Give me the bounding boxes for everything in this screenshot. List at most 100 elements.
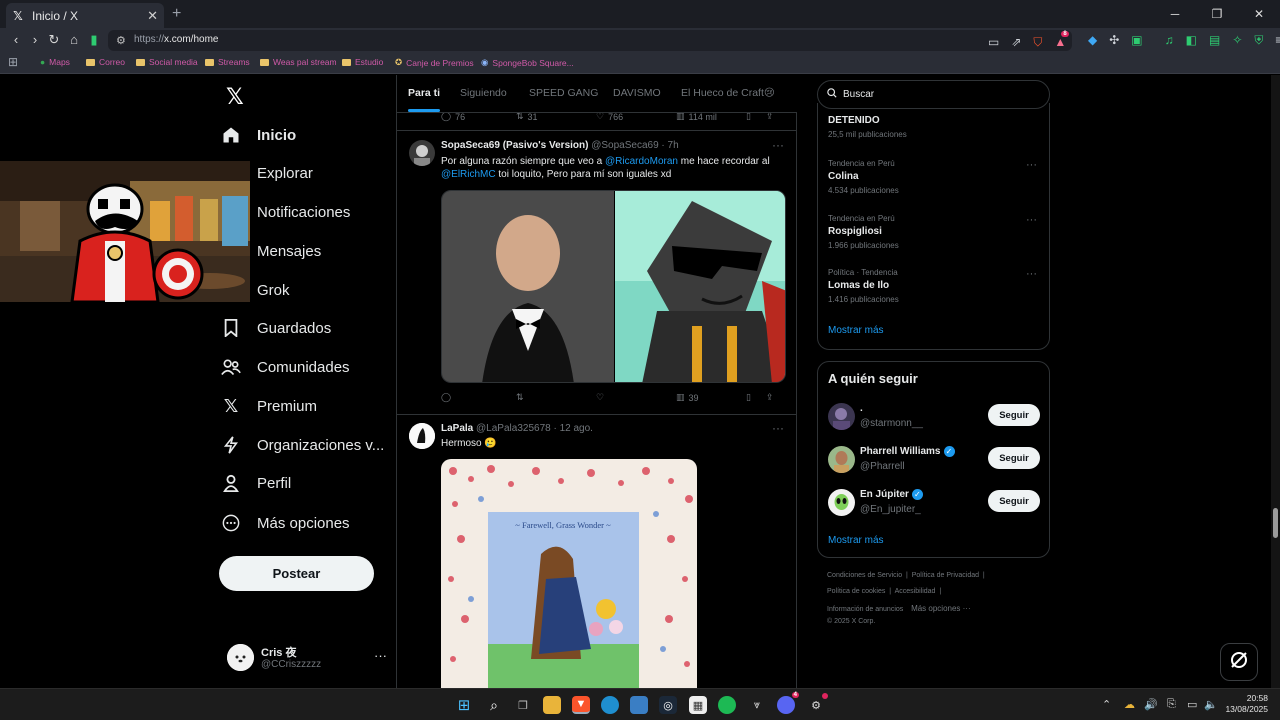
account-switcher[interactable]: Cris 夜 @CCriszzzzz ···	[227, 642, 387, 674]
speaker-icon[interactable]: 🔊	[1144, 698, 1158, 711]
tab-para-ti[interactable]: Para ti	[408, 87, 440, 99]
apps-grid-icon[interactable]: ⊞	[8, 55, 18, 69]
nav-item-mensajes[interactable]: Mensajes	[257, 232, 321, 270]
grok-floating-button[interactable]	[1220, 643, 1258, 681]
extensions-puzzle-icon[interactable]: ✣	[1109, 33, 1119, 48]
follow-button[interactable]: Seguir	[988, 404, 1040, 426]
nav-item-premium[interactable]: 𝕏 Premium	[219, 387, 317, 425]
store-icon[interactable]: ▦	[689, 696, 707, 714]
bookmark-estudio[interactable]: Estudio	[342, 57, 383, 67]
trend-item[interactable]: Política · Tendencia Lomas de Ilo 1.416 …	[828, 268, 899, 304]
more-icon[interactable]: ···	[772, 421, 784, 435]
app-icon[interactable]: ⚙	[807, 693, 828, 714]
bookmark-page-icon[interactable]: ▮	[86, 32, 102, 48]
mention-link[interactable]: @RicardoMoran	[605, 156, 678, 167]
music-icon[interactable]: ♫	[1165, 33, 1174, 48]
footer-link[interactable]: Política de cookies	[827, 588, 885, 595]
trend-item[interactable]: Tendencia en Perú Colina 4.534 publicaci…	[828, 159, 899, 195]
account-name[interactable]: .	[860, 403, 863, 414]
chevron-up-icon[interactable]: ⌃	[1102, 698, 1111, 711]
extension-box-icon[interactable]: ▣	[1131, 33, 1142, 48]
photos-icon[interactable]	[630, 696, 648, 714]
discord-icon[interactable]: 4	[777, 692, 799, 714]
system-clock[interactable]: 20:58 13/08/2025	[1225, 693, 1268, 715]
vpn-icon[interactable]: ⛨	[1254, 33, 1263, 48]
scrollbar-thumb[interactable]	[1273, 508, 1278, 538]
account-name[interactable]: Pharrell Williams ✓	[860, 446, 955, 457]
footer-link[interactable]: Más opciones ···	[911, 604, 971, 613]
bookmark-social-media[interactable]: Social media	[136, 57, 198, 67]
more-icon[interactable]: ···	[772, 138, 784, 152]
views-button[interactable]: ▥ 39	[676, 392, 746, 403]
new-tab-icon[interactable]: +	[172, 5, 181, 23]
follow-button[interactable]: Seguir	[988, 447, 1040, 469]
bookmark-icon[interactable]: ▯	[746, 392, 766, 403]
brave-browser-icon[interactable]: ▼	[572, 696, 590, 714]
nav-item-notificaciones[interactable]: Notificaciones	[257, 193, 350, 231]
app-icon[interactable]: ⩔	[748, 696, 766, 714]
avatar[interactable]	[409, 423, 435, 449]
tab-el-hueco-de-craft[interactable]: El Hueco de Craft😢	[681, 87, 775, 99]
steam-icon[interactable]: ◎	[659, 696, 677, 714]
close-window-icon[interactable]: ✕	[1238, 0, 1280, 28]
bookmark-spongebob[interactable]: ◉ SpongeBob Square...	[481, 57, 574, 68]
more-icon[interactable]: ···	[1026, 214, 1037, 226]
nav-item-guardados[interactable]: Guardados	[219, 309, 331, 347]
more-icon[interactable]: ···	[374, 648, 387, 663]
post-media-image[interactable]	[441, 190, 786, 383]
task-view-icon[interactable]: ❐	[514, 696, 532, 714]
follow-suggestion[interactable]: Pharrell Williams ✓ @Pharrell Seguir	[828, 446, 1040, 478]
follow-button[interactable]: Seguir	[988, 490, 1040, 512]
x-logo-icon[interactable]: 𝕏	[226, 84, 244, 110]
edge-icon[interactable]	[601, 696, 619, 714]
footer-link[interactable]: Accesibilidad	[895, 588, 936, 595]
tab-close-icon[interactable]: ✕	[147, 8, 158, 24]
extension-diamond-icon[interactable]: ◆	[1088, 33, 1097, 48]
network-icon[interactable]: ▭	[1187, 698, 1197, 711]
browser-tab-active[interactable]: 𝕏 Inicio / X ✕	[6, 3, 164, 28]
back-icon[interactable]: ‹	[8, 32, 24, 48]
bookmark-correo[interactable]: Correo	[86, 57, 125, 67]
bookmark-streams[interactable]: Streams	[205, 57, 250, 67]
site-settings-icon[interactable]: ⚙	[116, 34, 126, 47]
post-media-image[interactable]: ~ Farewell, Grass Wonder ~	[441, 459, 697, 688]
show-more-follow-link[interactable]: Mostrar más	[828, 535, 884, 546]
trend-item[interactable]: DETENIDO 25,5 mil publicaciones	[828, 115, 907, 139]
footer-link[interactable]: Política de Privacidad	[912, 572, 979, 579]
repost-button[interactable]: ⇅	[516, 392, 596, 403]
share-icon[interactable]: ⇪	[766, 392, 774, 403]
reload-icon[interactable]: ↻	[46, 32, 62, 48]
brave-shield-icon[interactable]: ⛉	[1033, 35, 1042, 50]
show-more-trends-link[interactable]: Mostrar más	[828, 325, 884, 336]
nav-item-explorar[interactable]: Explorar	[257, 154, 313, 192]
nav-item-mas-opciones[interactable]: Más opciones	[219, 504, 350, 542]
footer-link[interactable]: Condiciones de Servicio	[827, 572, 902, 579]
menu-icon[interactable]: ≡	[1275, 33, 1280, 48]
file-explorer-icon[interactable]	[543, 696, 561, 714]
maximize-icon[interactable]: ❐	[1196, 0, 1238, 28]
nav-item-organizaciones[interactable]: Organizaciones v...	[219, 426, 384, 464]
nav-item-perfil[interactable]: Perfil	[219, 464, 291, 502]
weather-icon[interactable]: ☁	[1124, 698, 1135, 711]
rewards-icon[interactable]: ▲ 8	[1054, 31, 1069, 50]
follow-suggestion[interactable]: . @starmonn__ Seguir	[828, 403, 1040, 435]
page-scrollbar[interactable]	[1271, 75, 1280, 688]
reply-button[interactable]: ◯	[441, 392, 516, 403]
like-button[interactable]: ♡	[596, 392, 676, 403]
more-icon[interactable]: ···	[1026, 159, 1037, 171]
more-icon[interactable]: ···	[1026, 268, 1037, 280]
nav-item-comunidades[interactable]: Comunidades	[219, 348, 350, 386]
spotify-icon[interactable]	[718, 696, 736, 714]
nav-item-inicio[interactable]: Inicio	[219, 116, 296, 154]
tab-siguiendo[interactable]: Siguiendo	[460, 87, 507, 99]
volume-icon[interactable]: 🔈	[1204, 698, 1218, 711]
mention-link[interactable]: @ElRichMC	[441, 169, 496, 180]
wallet-icon[interactable]: ▤	[1209, 33, 1220, 48]
minimize-icon[interactable]: ─	[1154, 0, 1196, 28]
tab-speed-gang[interactable]: SPEED GANG	[529, 87, 598, 99]
bookmark-maps[interactable]: ● Maps	[40, 57, 70, 67]
sidebar-icon[interactable]: ◧	[1186, 33, 1197, 48]
post-author[interactable]: SopaSeca69 (Pasivo's Version) @SopaSeca6…	[441, 140, 679, 151]
trend-item[interactable]: Tendencia en Perú Rospigliosi 1.966 publ…	[828, 214, 899, 250]
microphone-icon[interactable]: ⎘	[1167, 698, 1176, 711]
